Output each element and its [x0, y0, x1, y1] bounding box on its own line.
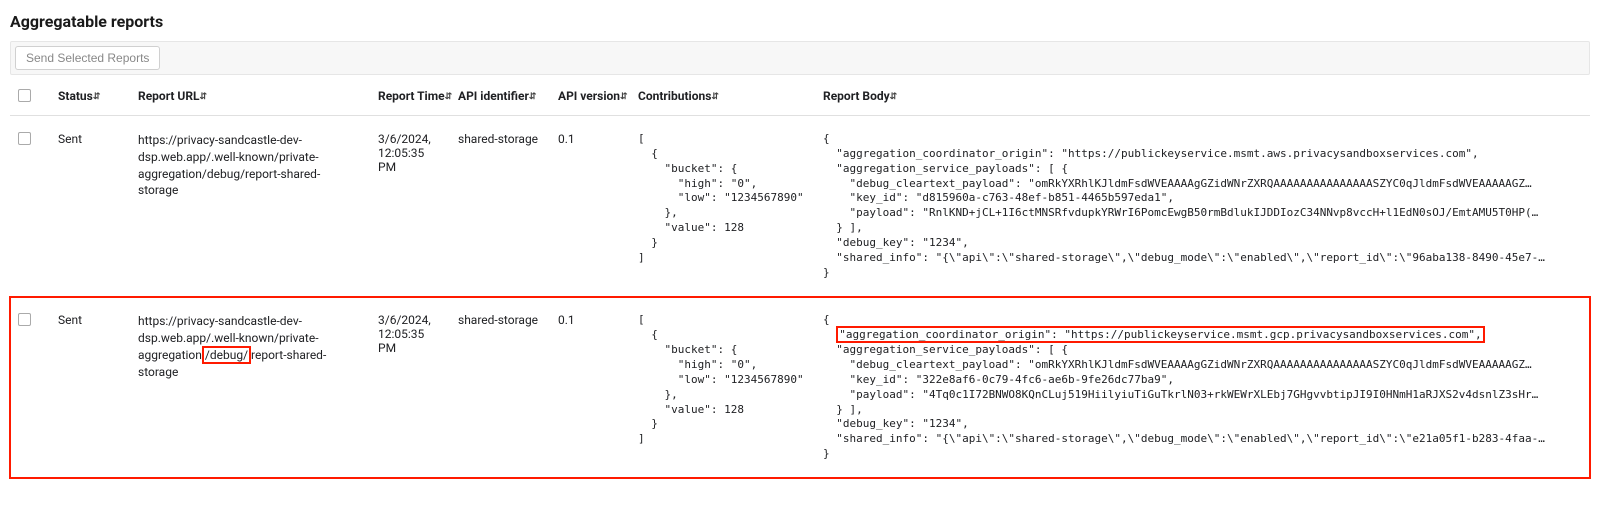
api-identifier-cell: shared-storage [450, 116, 550, 297]
sort-icon: ⇵ [620, 92, 628, 102]
sort-icon: ⇵ [529, 92, 537, 102]
highlight-box: "aggregation_coordinator_origin": "https… [836, 326, 1484, 343]
sort-icon: ⇵ [93, 92, 101, 102]
report-body-cell: { "aggregation_coordinator_origin": "htt… [815, 297, 1590, 478]
col-api[interactable]: API identifier⇵ [450, 79, 550, 116]
status-cell: Sent [50, 297, 130, 478]
api-version-cell: 0.1 [550, 297, 630, 478]
row-checkbox[interactable] [18, 313, 31, 326]
col-status[interactable]: Status⇵ [50, 79, 130, 116]
highlight-box: /debug/ [202, 346, 251, 364]
table-row: Senthttps://privacy-sandcastle-dev-dsp.w… [10, 297, 1590, 478]
select-all-checkbox[interactable] [18, 89, 31, 102]
report-body-cell: { "aggregation_coordinator_origin": "htt… [815, 116, 1590, 297]
reports-table: Status⇵ Report URL⇵ Report Time⇵ API ide… [10, 79, 1590, 479]
col-time[interactable]: Report Time⇵ [370, 79, 450, 116]
contributions-cell: [ { "bucket": { "high": "0", "low": "123… [630, 116, 815, 297]
api-version-cell: 0.1 [550, 116, 630, 297]
report-time-cell: 3/6/2024, 12:05:35 PM [370, 297, 450, 478]
col-body[interactable]: Report Body⇵ [815, 79, 1590, 116]
api-identifier-cell: shared-storage [450, 297, 550, 478]
page-title: Aggregatable reports [10, 12, 1590, 31]
sort-icon: ⇵ [200, 92, 208, 102]
contributions-cell: [ { "bucket": { "high": "0", "low": "123… [630, 297, 815, 478]
send-selected-button[interactable]: Send Selected Reports [15, 46, 160, 70]
col-ver[interactable]: API version⇵ [550, 79, 630, 116]
table-row: Senthttps://privacy-sandcastle-dev-dsp.w… [10, 116, 1590, 297]
report-time-cell: 3/6/2024, 12:05:35 PM [370, 116, 450, 297]
toolbar: Send Selected Reports [10, 41, 1590, 75]
sort-icon: ⇵ [890, 92, 898, 102]
col-contrib[interactable]: Contributions⇵ [630, 79, 815, 116]
row-checkbox[interactable] [18, 132, 31, 145]
status-cell: Sent [50, 116, 130, 297]
sort-icon: ⇵ [445, 92, 453, 102]
col-url[interactable]: Report URL⇵ [130, 79, 370, 116]
report-url-cell: https://privacy-sandcastle-dev-dsp.web.a… [130, 297, 370, 478]
table-header-row: Status⇵ Report URL⇵ Report Time⇵ API ide… [10, 79, 1590, 116]
sort-icon: ⇵ [711, 92, 719, 102]
report-url-cell: https://privacy-sandcastle-dev-dsp.web.a… [130, 116, 370, 297]
